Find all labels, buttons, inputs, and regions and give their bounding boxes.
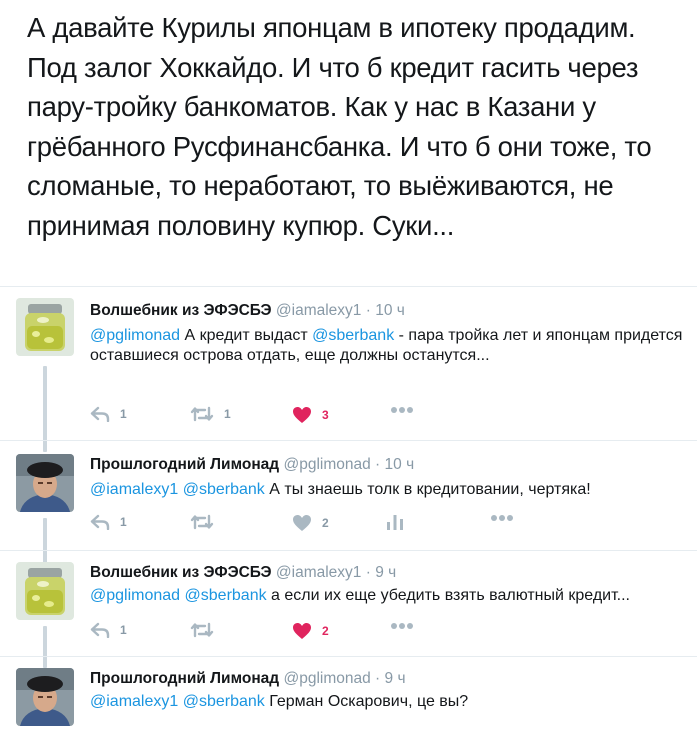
reply-count: 1 (120, 407, 127, 421)
mention-link[interactable]: @sberbank (312, 327, 394, 344)
reply-button[interactable]: 1 (90, 622, 127, 638)
reply-tweet[interactable]: Прошлогодний Лимонад @pglimonad · 10 ч @… (0, 448, 697, 550)
reply-text: @iamalexy1 @sberbank Герман Оскарович, ц… (90, 692, 690, 712)
reply-header: Волшебник из ЭФЭСБЭ @iamalexy1 · 9 ч (90, 564, 396, 582)
retweet-count: 1 (224, 407, 231, 421)
reply-icon (90, 406, 110, 422)
mention-link[interactable]: @sberbank (183, 693, 265, 710)
like-button[interactable]: 3 (292, 406, 329, 424)
reply-count: 1 (120, 623, 127, 637)
reply-text-part: Герман Оскарович, це вы? (264, 693, 469, 710)
like-count: 2 (322, 624, 329, 638)
jar-avatar[interactable] (16, 298, 74, 356)
separator-dot: · (375, 456, 381, 473)
heart-icon (293, 515, 311, 531)
reply-icon (90, 514, 110, 530)
reply-button[interactable]: 1 (90, 514, 127, 530)
like-button[interactable]: 2 (292, 622, 329, 640)
more-icon (391, 407, 413, 413)
retweet-icon (190, 622, 214, 638)
divider (0, 656, 697, 657)
author-handle[interactable]: @iamalexy1 (276, 564, 362, 581)
timestamp[interactable]: 10 ч (385, 456, 415, 473)
timestamp[interactable]: 10 ч (375, 302, 405, 319)
retweet-icon (190, 514, 214, 530)
author-handle[interactable]: @pglimonad (283, 670, 370, 687)
more-icon (391, 623, 413, 629)
like-count: 3 (322, 408, 329, 422)
separator-dot: · (365, 564, 371, 581)
author-name[interactable]: Прошлогодний Лимонад (90, 456, 279, 473)
author-name[interactable]: Волшебник из ЭФЭСБЭ (90, 302, 272, 319)
retweet-button[interactable] (190, 622, 214, 638)
divider (0, 286, 697, 287)
reply-text: @iamalexy1 @sberbank А ты знаешь толк в … (90, 480, 690, 500)
reply-header: Волшебник из ЭФЭСБЭ @iamalexy1 · 10 ч (90, 302, 405, 320)
author-name[interactable]: Прошлогодний Лимонад (90, 670, 279, 687)
divider (0, 440, 697, 441)
heart-icon (293, 407, 311, 423)
reply-tweet[interactable]: Волшебник из ЭФЭСБЭ @iamalexy1 · 9 ч @pg… (0, 556, 697, 656)
mention-link[interactable]: @pglimonad (90, 327, 180, 344)
reply-text: @pglimonad @sberbank а если их еще убеди… (90, 586, 690, 606)
more-icon (491, 515, 513, 521)
reply-count: 1 (120, 515, 127, 529)
divider (0, 550, 697, 551)
retweet-button[interactable] (190, 514, 214, 530)
reply-text-part: А кредит выдаст (180, 327, 313, 344)
mention-link[interactable]: @iamalexy1 (90, 481, 178, 498)
like-count: 2 (322, 516, 329, 530)
reply-text: @pglimonad А кредит выдаст @sberbank - п… (90, 326, 690, 366)
more-button[interactable] (390, 406, 414, 414)
timestamp[interactable]: 9 ч (385, 670, 406, 687)
reply-header: Прошлогодний Лимонад @pglimonad · 10 ч (90, 456, 414, 474)
author-handle[interactable]: @iamalexy1 (276, 302, 362, 319)
mention-link[interactable]: @iamalexy1 (90, 693, 178, 710)
reply-tweet[interactable]: Прошлогодний Лимонад @pglimonad · 9 ч @i… (0, 662, 697, 732)
separator-dot: · (375, 670, 381, 687)
man-avatar[interactable] (16, 454, 74, 512)
reply-tweet[interactable]: Волшебник из ЭФЭСБЭ @iamalexy1 · 10 ч @p… (0, 294, 697, 440)
timestamp[interactable]: 9 ч (375, 564, 396, 581)
more-button[interactable] (490, 514, 514, 522)
author-name[interactable]: Волшебник из ЭФЭСБЭ (90, 564, 272, 581)
retweet-button[interactable]: 1 (190, 406, 231, 422)
mention-link[interactable]: @sberbank (185, 587, 267, 604)
analytics-icon (387, 515, 403, 530)
mention-link[interactable]: @pglimonad (90, 587, 180, 604)
author-handle[interactable]: @pglimonad (283, 456, 370, 473)
main-tweet-text: А давайте Курилы японцам в ипотеку прода… (27, 12, 652, 241)
reply-icon (90, 622, 110, 638)
heart-icon (293, 623, 311, 639)
reply-text-part: а если их еще убедить взять валютный кре… (266, 587, 630, 604)
like-button[interactable]: 2 (292, 514, 329, 532)
analytics-button[interactable] (386, 514, 404, 530)
more-button[interactable] (390, 622, 414, 630)
jar-avatar[interactable] (16, 562, 74, 620)
reply-button[interactable]: 1 (90, 406, 127, 422)
retweet-icon (190, 406, 214, 422)
mention-link[interactable]: @sberbank (183, 481, 265, 498)
separator-dot: · (365, 302, 371, 319)
reply-header: Прошлогодний Лимонад @pglimonad · 9 ч (90, 670, 406, 688)
man-avatar[interactable] (16, 668, 74, 726)
reply-text-part: А ты знаешь толк в кредитовании, чертяка… (264, 481, 591, 498)
